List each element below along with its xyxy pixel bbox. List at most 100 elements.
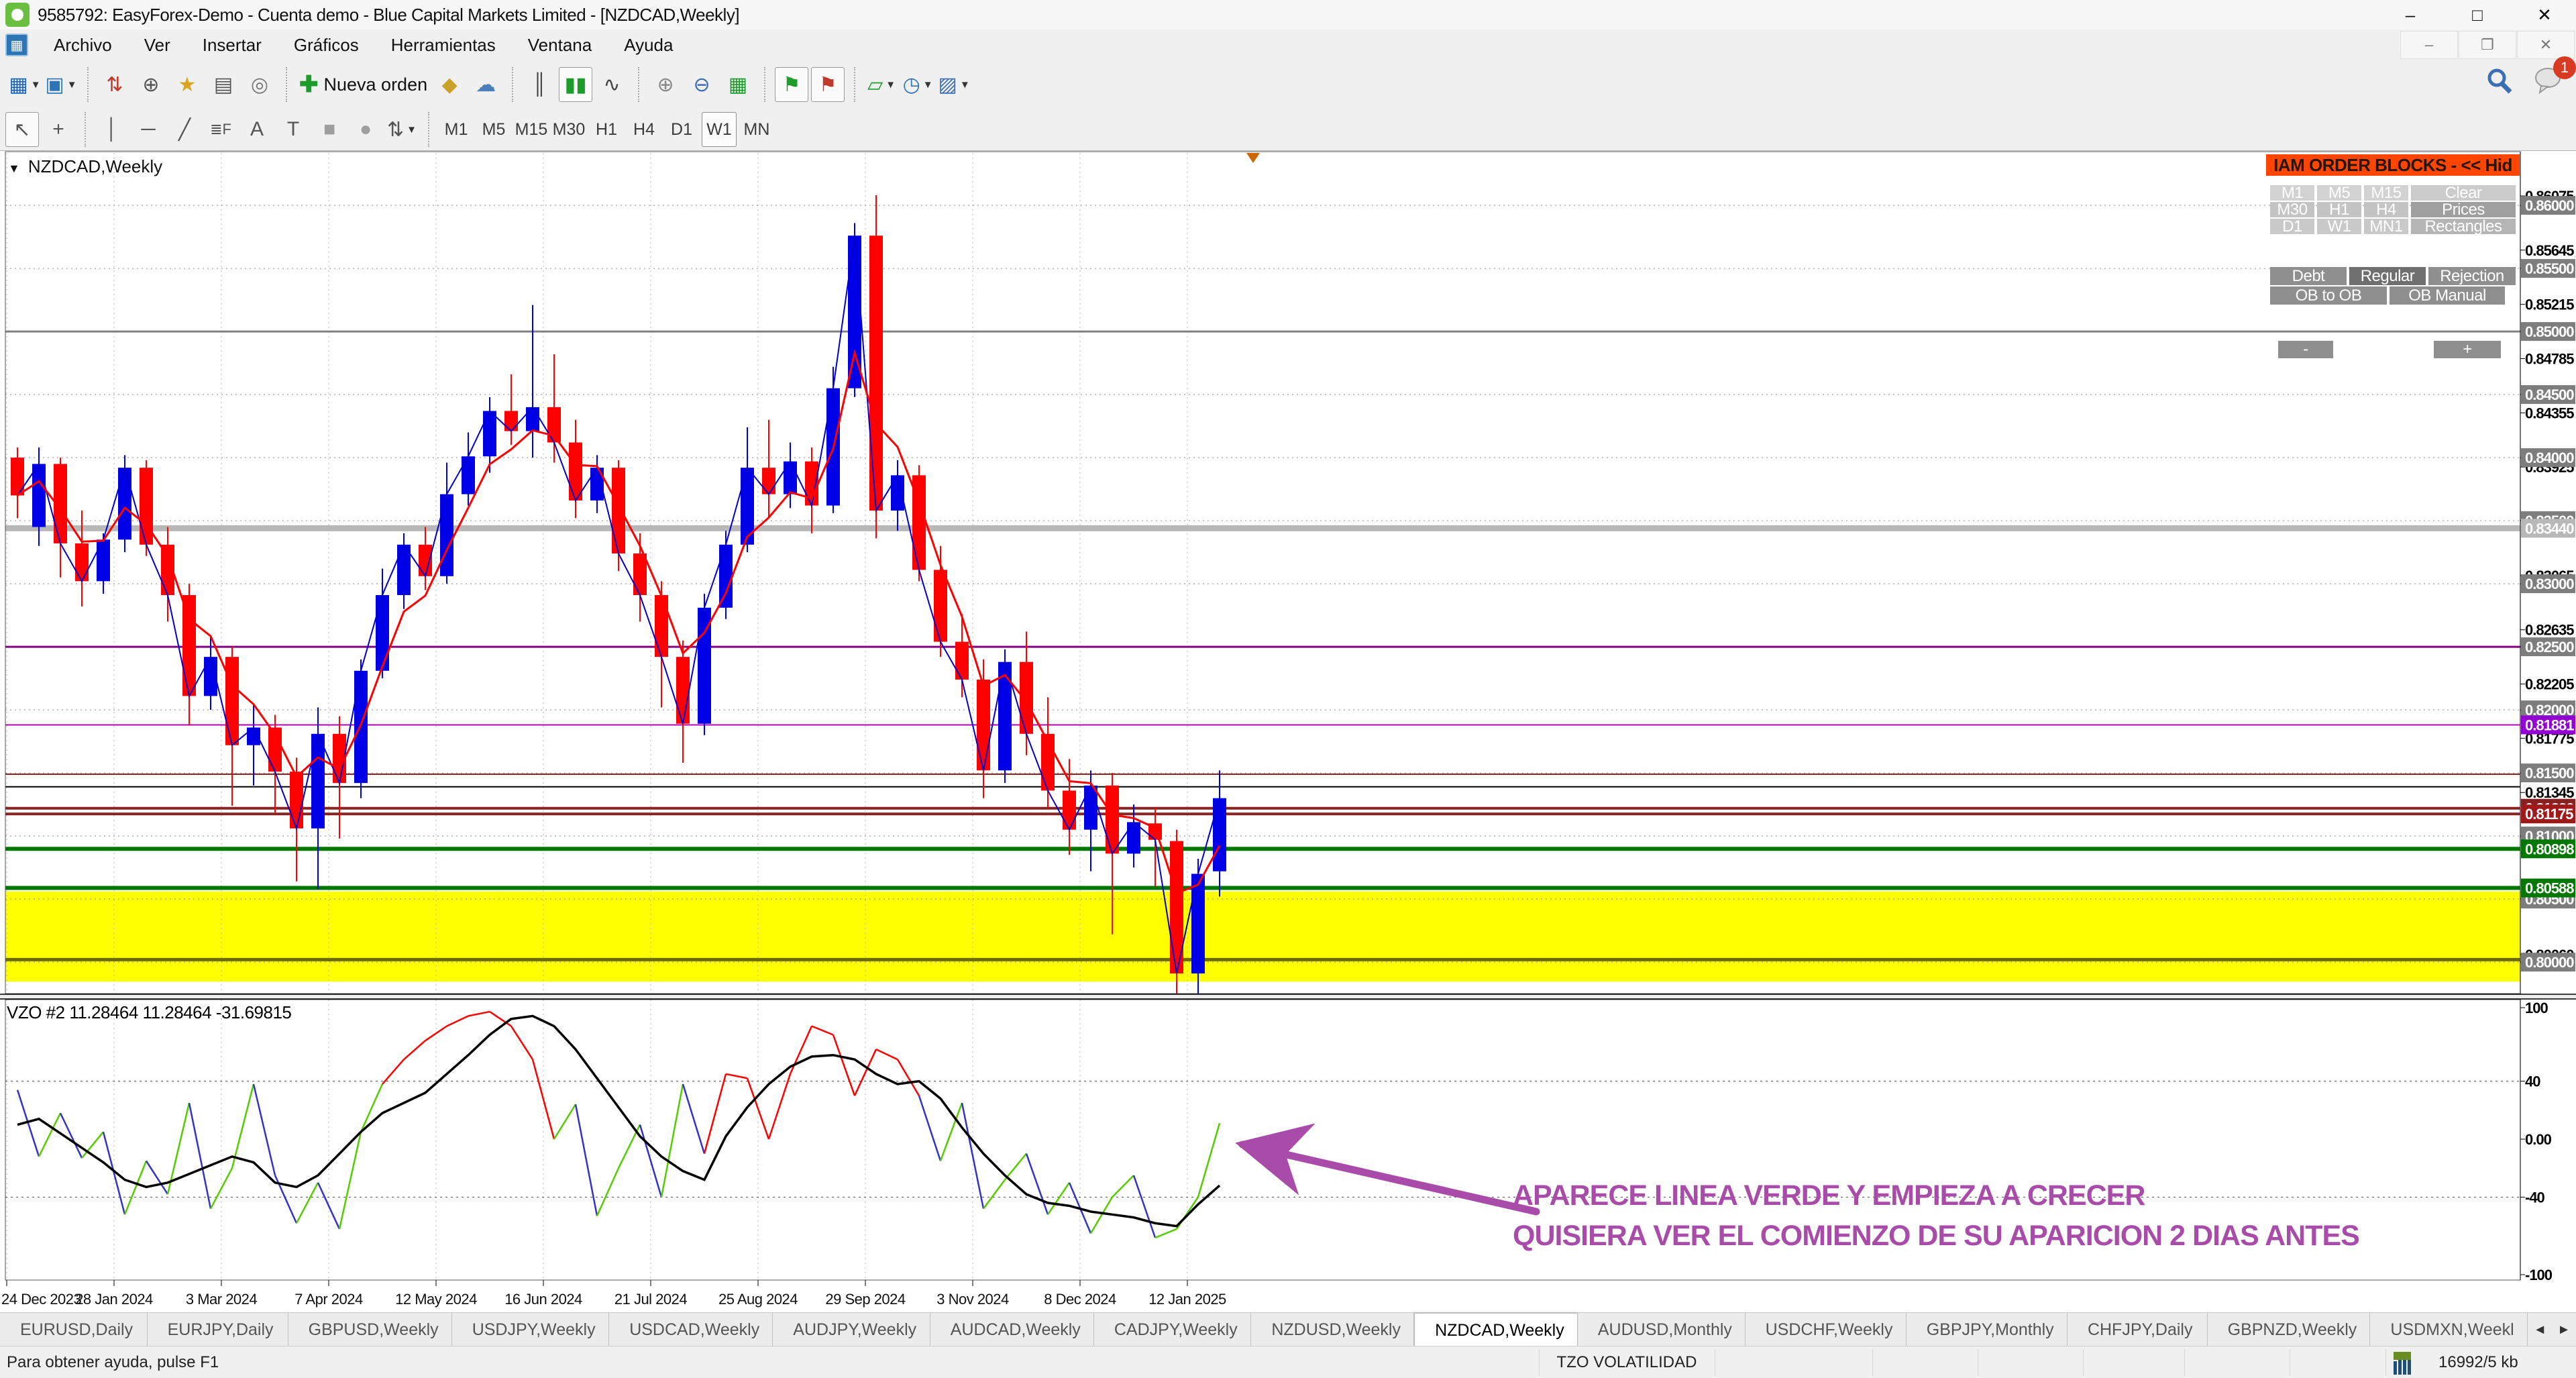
timeframe-w1-button[interactable]: W1	[702, 112, 737, 147]
trendline-tool-icon[interactable]: ╱	[168, 112, 201, 147]
timeframe-m30-button[interactable]: M30	[551, 112, 586, 147]
timeframe-h4-button[interactable]: H4	[627, 112, 661, 147]
order-blocks-header[interactable]: IAM ORDER BLOCKS - << Hid	[2266, 154, 2520, 176]
child-close-button[interactable]: ✕	[2517, 31, 2575, 59]
new-chart-icon[interactable]: ▦▼	[8, 67, 42, 102]
tabs-scroll-left-icon[interactable]: ◄	[2528, 1313, 2552, 1346]
rectangle-tool-icon[interactable]: ■	[313, 112, 346, 147]
profiles-icon[interactable]: ▣▼	[44, 67, 78, 102]
ob-h4-button[interactable]: H4	[2364, 202, 2408, 217]
tab-nzdusd-weekly[interactable]: NZDUSD,Weekly	[1251, 1313, 1414, 1346]
timeframe-m15-button[interactable]: M15	[514, 112, 549, 147]
text-tool-icon[interactable]: A	[240, 112, 274, 147]
symbol-tab-bar: EURUSD,DailyEURJPY,DailyGBPUSD,WeeklyUSD…	[0, 1312, 2576, 1346]
ob-clear-button[interactable]: Clear	[2411, 185, 2516, 201]
ob-h1-button[interactable]: H1	[2317, 202, 2361, 217]
tab-audjpy-weekly[interactable]: AUDJPY,Weekly	[773, 1313, 930, 1346]
symbol-label[interactable]: ▼NZDCAD,Weekly	[8, 156, 162, 177]
tab-usdmxn-weekl[interactable]: USDMXN,Weekl	[2370, 1313, 2528, 1346]
timeframe-h1-button[interactable]: H1	[589, 112, 624, 147]
deposit-icon[interactable]: ◆	[433, 67, 466, 102]
text-label-tool-icon[interactable]: T	[276, 112, 310, 147]
ob-mn1-button[interactable]: MN1	[2364, 219, 2408, 234]
tab-gbpjpy-monthly[interactable]: GBPJPY,Monthly	[1907, 1313, 2068, 1346]
equidistant-channel-tool-icon[interactable]: ≣F	[204, 112, 237, 147]
data-window-icon[interactable]: ⊕	[134, 67, 168, 102]
menu-herramientas[interactable]: Herramientas	[375, 30, 512, 60]
vertical-line-tool-icon[interactable]: │	[95, 112, 129, 147]
line-chart-icon[interactable]: ∿	[595, 67, 629, 102]
toolbox-icon[interactable]: ▤	[207, 67, 240, 102]
toolbar-separator	[638, 67, 639, 102]
candle-chart-icon[interactable]: ▮▮	[559, 67, 592, 102]
cursor-tool-icon[interactable]: ↖	[5, 112, 39, 147]
svg-text:0.80898: 0.80898	[2525, 841, 2574, 857]
tab-usdcad-weekly[interactable]: USDCAD,Weekly	[609, 1313, 773, 1346]
menu-insertar[interactable]: Insertar	[186, 30, 278, 60]
standard-toolbar: ▦▼▣▼⇅⊕★▤◎✚Nueva orden◆☁║▮▮∿⊕⊖▦⚑⚑▱▼◷▼▨▼	[0, 60, 2576, 109]
menu-ayuda[interactable]: Ayuda	[608, 30, 689, 60]
period-sync-icon[interactable]: ◷▼	[901, 67, 934, 102]
chart-shift-icon[interactable]: ⚑	[811, 67, 845, 102]
child-minimize-button[interactable]: –	[2400, 31, 2458, 59]
child-restore-button[interactable]: ❐	[2459, 31, 2516, 59]
tab-gbpnzd-weekly[interactable]: GBPNZD,Weekly	[2208, 1313, 2371, 1346]
menu-grficos[interactable]: Gráficos	[278, 30, 375, 60]
tab-audusd-monthly[interactable]: AUDUSD,Monthly	[1578, 1313, 1746, 1346]
ellipse-tool-icon[interactable]: ●	[349, 112, 382, 147]
tab-usdjpy-weekly[interactable]: USDJPY,Weekly	[452, 1313, 610, 1346]
arrows-tool-icon[interactable]: ⇅▼	[385, 112, 419, 147]
menu-ver[interactable]: Ver	[128, 30, 186, 60]
tabs-scroll-right-icon[interactable]: ►	[2552, 1313, 2576, 1346]
horizontal-line-tool-icon[interactable]: ─	[131, 112, 165, 147]
ob-minus-button[interactable]: -	[2278, 341, 2333, 358]
ob-m30-button[interactable]: M30	[2270, 202, 2314, 217]
menu-archivo[interactable]: Archivo	[38, 30, 128, 60]
zoom-out-icon[interactable]: ⊖	[685, 67, 718, 102]
price-chart[interactable]: 0.860750.856450.852150.847850.843550.839…	[0, 151, 2576, 1312]
ob-prices-button[interactable]: Prices	[2411, 202, 2516, 217]
tab-nzdcad-weekly[interactable]: NZDCAD,Weekly	[1414, 1313, 1578, 1346]
new-order-button[interactable]: ✚Nueva orden	[299, 67, 427, 102]
ob-regular-button[interactable]: Regular	[2349, 267, 2426, 285]
ob-m5-button[interactable]: M5	[2317, 185, 2361, 201]
tab-chfjpy-daily[interactable]: CHFJPY,Daily	[2068, 1313, 2208, 1346]
ob-ob-to-ob-button[interactable]: OB to OB	[2270, 286, 2387, 305]
timeframe-mn-button[interactable]: MN	[739, 112, 774, 147]
ob-d1-button[interactable]: D1	[2270, 219, 2314, 234]
ob-w1-button[interactable]: W1	[2317, 219, 2361, 234]
tab-usdchf-weekly[interactable]: USDCHF,Weekly	[1746, 1313, 1907, 1346]
tab-eurjpy-daily[interactable]: EURJPY,Daily	[148, 1313, 288, 1346]
market-watch-icon[interactable]: ⇅	[98, 67, 131, 102]
tab-gbpusd-weekly[interactable]: GBPUSD,Weekly	[288, 1313, 452, 1346]
timeframe-m5-button[interactable]: M5	[476, 112, 511, 147]
tab-cadjpy-weekly[interactable]: CADJPY,Weekly	[1094, 1313, 1252, 1346]
web-terminal-icon[interactable]: ☁	[469, 67, 502, 102]
crosshair-tool-icon[interactable]: +	[42, 112, 75, 147]
timeframe-m1-button[interactable]: M1	[439, 112, 474, 147]
ob-m1-button[interactable]: M1	[2270, 185, 2314, 201]
notifications-icon[interactable]: 1	[2532, 64, 2567, 97]
auto-scroll-icon[interactable]: ⚑	[775, 67, 808, 102]
ob-plus-button[interactable]: +	[2434, 341, 2501, 358]
zoom-in-icon[interactable]: ⊕	[649, 67, 682, 102]
ob-rejection-button[interactable]: Rejection	[2428, 267, 2516, 285]
menu-ventana[interactable]: Ventana	[512, 30, 608, 60]
ob-debt-button[interactable]: Debt	[2270, 267, 2347, 285]
navigator-icon[interactable]: ★	[170, 67, 204, 102]
minimize-button[interactable]: –	[2379, 0, 2442, 30]
ob-m15-button[interactable]: M15	[2364, 185, 2408, 201]
strategy-tester-icon[interactable]: ◎	[243, 67, 276, 102]
close-button[interactable]: ✕	[2513, 0, 2576, 30]
ob-rectangles-button[interactable]: Rectangles	[2411, 219, 2516, 234]
tab-eurusd-daily[interactable]: EURUSD,Daily	[0, 1313, 148, 1346]
tile-windows-icon[interactable]: ▦	[721, 67, 755, 102]
timeframe-d1-button[interactable]: D1	[664, 112, 699, 147]
objects-list-icon[interactable]: ▱▼	[865, 67, 898, 102]
tab-audcad-weekly[interactable]: AUDCAD,Weekly	[930, 1313, 1094, 1346]
maximize-button[interactable]: □	[2446, 0, 2509, 30]
chart-properties-icon[interactable]: ▨▼	[937, 67, 971, 102]
search-icon[interactable]	[2485, 66, 2514, 96]
bar-chart-icon[interactable]: ║	[523, 67, 556, 102]
ob-ob-manual-button[interactable]: OB Manual	[2390, 286, 2505, 305]
